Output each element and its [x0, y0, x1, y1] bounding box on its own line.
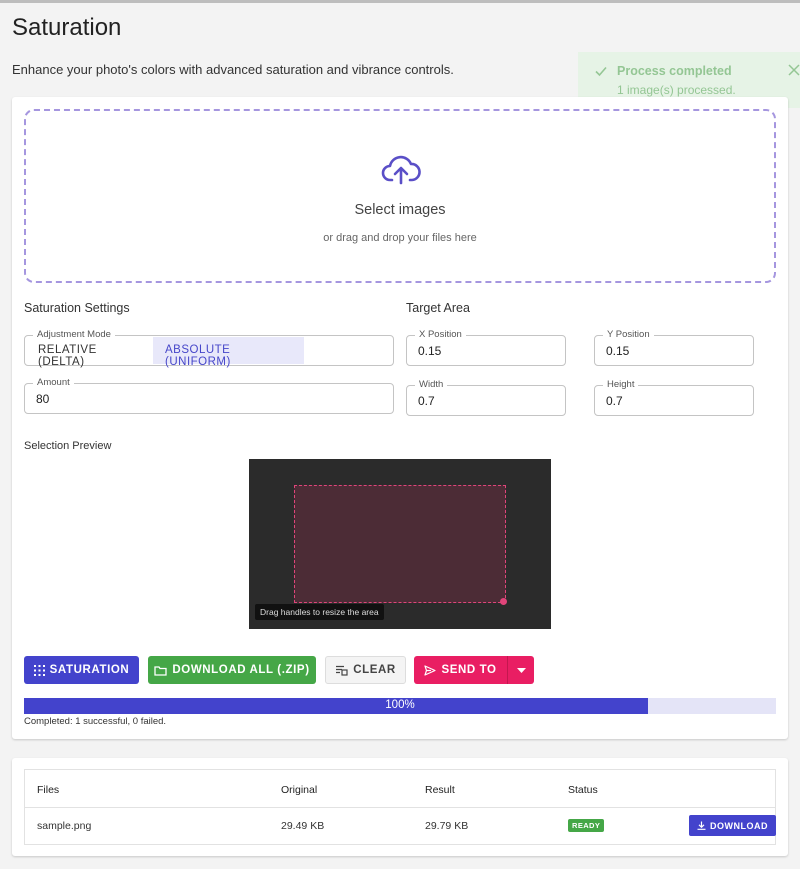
- x-position-value: 0.15: [418, 344, 442, 358]
- check-icon: [595, 66, 607, 77]
- original-size: 29.49 KB: [281, 820, 325, 832]
- page-title: Saturation: [12, 14, 122, 41]
- download-button-label: DOWNLOAD: [710, 820, 768, 831]
- image-dropzone[interactable]: Select images or drag and drop your file…: [24, 109, 776, 283]
- dropzone-title: Select images: [354, 202, 446, 218]
- close-icon[interactable]: [788, 64, 800, 76]
- column-header-files: Files: [37, 784, 60, 796]
- width-label: Width: [415, 379, 448, 391]
- progress-status: Completed: 1 successful, 0 failed.: [24, 716, 167, 727]
- caret-down-icon: [516, 667, 526, 673]
- adjustment-mode-toggle: Adjustment Mode RELATIVE (DELTA) ABSOLUT…: [24, 329, 394, 368]
- selection-area[interactable]: [294, 485, 506, 603]
- dropzone-hint: or drag and drop your files here: [323, 232, 477, 244]
- file-name: sample.png: [37, 820, 92, 832]
- download-all-button[interactable]: DOWNLOAD ALL (.ZIP): [148, 656, 316, 684]
- mode-relative-option[interactable]: RELATIVE (DELTA): [26, 337, 153, 368]
- files-table: Files Original Result Status sample.png …: [24, 769, 776, 845]
- column-header-original: Original: [281, 784, 318, 796]
- y-position-field[interactable]: Y Position 0.15: [594, 329, 754, 366]
- send-icon: [424, 664, 437, 676]
- settings-card: Select images or drag and drop your file…: [12, 97, 788, 739]
- column-header-result: Result: [425, 784, 455, 796]
- download-button[interactable]: DOWNLOAD: [689, 815, 776, 836]
- width-field[interactable]: Width 0.7: [406, 379, 566, 416]
- clear-button-label: CLEAR: [353, 664, 396, 676]
- amount-value: 80: [36, 392, 50, 406]
- table-divider: [25, 807, 775, 808]
- progress-bar: 100%: [24, 698, 776, 714]
- send-to-label: SEND TO: [441, 664, 497, 676]
- height-field[interactable]: Height 0.7: [594, 379, 754, 416]
- saturation-button-label: SATURATION: [49, 664, 130, 676]
- selection-preview-label: Selection Preview: [24, 440, 112, 452]
- status-badge: READY: [568, 819, 605, 832]
- result-size: 29.79 KB: [425, 820, 469, 832]
- height-value: 0.7: [606, 394, 623, 408]
- selection-preview: Drag handles to resize the area: [249, 459, 551, 629]
- saturation-button[interactable]: SATURATION: [24, 656, 139, 684]
- amount-field[interactable]: Amount 80: [24, 377, 394, 414]
- x-position-label: X Position: [415, 329, 466, 341]
- clear-button[interactable]: CLEAR: [325, 656, 406, 684]
- grid-icon: [33, 664, 45, 676]
- page-subtitle: Enhance your photo's colors with advance…: [12, 62, 454, 77]
- resize-handle[interactable]: [500, 598, 507, 605]
- download-icon: [697, 821, 706, 830]
- toast-title: Process completed: [617, 64, 732, 78]
- saturation-settings-heading: Saturation Settings: [24, 301, 130, 315]
- resize-tooltip: Drag handles to resize the area: [255, 604, 384, 620]
- mode-absolute-option[interactable]: ABSOLUTE (UNIFORM): [153, 337, 304, 368]
- column-header-status: Status: [568, 784, 598, 796]
- x-position-field[interactable]: X Position 0.15: [406, 329, 566, 366]
- files-card: Files Original Result Status sample.png …: [12, 758, 788, 856]
- send-to-dropdown-button[interactable]: [507, 656, 534, 684]
- clear-list-icon: [336, 665, 348, 676]
- folder-icon: [154, 665, 168, 676]
- height-label: Height: [603, 379, 639, 391]
- target-area-heading: Target Area: [406, 301, 470, 315]
- progress-text: 100%: [385, 699, 415, 711]
- y-position-value: 0.15: [606, 344, 630, 358]
- cloud-upload-icon: [381, 155, 421, 185]
- y-position-label: Y Position: [603, 329, 654, 341]
- toast-message: 1 image(s) processed.: [617, 83, 736, 97]
- amount-label: Amount: [33, 377, 74, 389]
- send-to-button[interactable]: SEND TO: [414, 656, 507, 684]
- top-border: [0, 0, 800, 3]
- width-value: 0.7: [418, 394, 435, 408]
- download-all-label: DOWNLOAD ALL (.ZIP): [172, 664, 310, 676]
